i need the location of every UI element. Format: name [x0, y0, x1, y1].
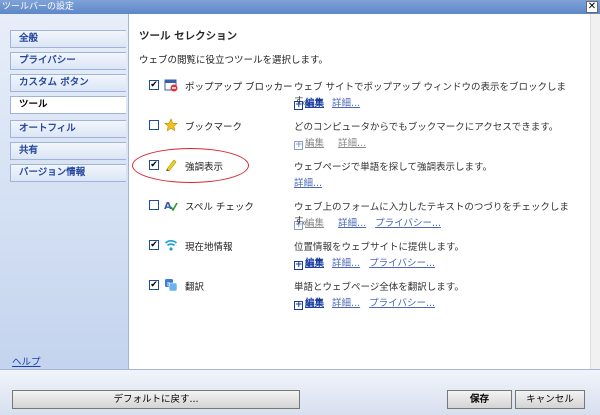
sidebar-item-version-info[interactable]: バージョン情報: [10, 164, 126, 182]
plus-icon: +: [294, 300, 303, 310]
privacy-link[interactable]: プライバシー...: [369, 298, 435, 309]
translate-checkbox[interactable]: ✔: [149, 280, 159, 290]
details-link[interactable]: 詳細...: [338, 218, 366, 229]
svg-text:A: A: [164, 201, 172, 212]
tool-description: 単語とウェブページ全体を翻訳します。: [294, 282, 464, 293]
edit-link[interactable]: 編集: [305, 298, 324, 309]
help-link[interactable]: ヘルプ: [12, 354, 41, 368]
tool-row-spell-check: A スペル チェック ウェブ上のフォームに入力したテキストのつづりをチェックしま…: [129, 198, 589, 238]
bookmarks-checkbox[interactable]: [149, 120, 159, 130]
sidebar-item-general[interactable]: 全般: [10, 30, 126, 48]
privacy-link[interactable]: プライバシー...: [375, 218, 441, 229]
reset-defaults-button[interactable]: デフォルトに戻す...: [12, 390, 300, 409]
plus-icon: +: [294, 100, 303, 110]
spell-check-checkbox[interactable]: [149, 200, 159, 210]
wireless-signal-icon: [164, 240, 178, 251]
tool-row-highlight: ✔ 強調表示 ウェブページで単語を探して強調表示します。 詳細...: [129, 148, 589, 198]
tool-description: 位置情報をウェブサイトに提供します。: [294, 242, 465, 253]
popup-blocker-checkbox[interactable]: ✔: [149, 80, 159, 90]
tool-name: ポップアップ ブロッカー: [185, 82, 293, 93]
edit-link[interactable]: 編集: [305, 138, 324, 149]
sidebar-item-custom-buttons[interactable]: カスタム ボタン: [10, 74, 126, 92]
tools-panel: ツール セレクション ウェブの閲覧に役立つツールを選択します。 ✔ ポップアップ…: [128, 14, 590, 369]
tool-links: + 編集 詳細...: [294, 135, 372, 150]
page-title: ツール セレクション: [139, 30, 238, 42]
tool-description: どのコンピュータからでもブックマークにアクセスできます。: [294, 122, 559, 133]
highlight-checkbox[interactable]: ✔: [149, 160, 159, 170]
sidebar-item-autofill[interactable]: オートフィル: [10, 120, 126, 138]
translate-icon: a: [165, 279, 178, 292]
plus-icon: +: [294, 220, 303, 230]
privacy-link[interactable]: プライバシー...: [369, 258, 435, 269]
save-button[interactable]: 保存: [447, 390, 512, 409]
popup-blocker-icon: [164, 79, 178, 92]
tool-links: + 編集 詳細... プライバシー...: [294, 215, 447, 230]
sidebar-item-share[interactable]: 共有: [10, 142, 126, 160]
tool-row-location: ✔ 現在地情報 位置情報をウェブサイトに提供します。 + 編集 詳細... プライ…: [129, 238, 589, 278]
vertical-scrollbar[interactable]: [590, 14, 600, 369]
sidebar-item-tools[interactable]: ツール: [10, 96, 126, 114]
tool-row-translate: ✔ a 翻訳 単語とウェブページ全体を翻訳します。 + 編集 詳細... プライバ…: [129, 278, 589, 318]
details-link[interactable]: 詳細...: [294, 178, 322, 189]
highlighter-icon: [166, 159, 177, 172]
tool-links: + 編集 詳細... プライバシー...: [294, 295, 441, 310]
window-title: ツールバーの設定: [2, 2, 75, 12]
sidebar: 全般 プライバシー カスタム ボタン ツール オートフィル 共有 バージョン情報…: [0, 14, 128, 369]
edit-link[interactable]: 編集: [305, 98, 324, 109]
plus-icon: +: [294, 140, 303, 150]
plus-icon: +: [294, 260, 303, 270]
edit-link[interactable]: 編集: [305, 258, 324, 269]
svg-text:a: a: [167, 280, 171, 287]
tool-row-popup-blocker: ✔ ポップアップ ブロッカー ウェブ サイトでポップアップ ウィンドウの表示をブ…: [129, 78, 589, 118]
sidebar-item-privacy[interactable]: プライバシー: [10, 52, 126, 70]
details-link[interactable]: 詳細...: [332, 98, 360, 109]
tool-name: ブックマーク: [185, 122, 243, 133]
tool-links: + 編集 詳細...: [294, 95, 366, 110]
footer-bar: デフォルトに戻す... 保存 キャンセル: [0, 369, 600, 415]
tool-links: 詳細...: [294, 175, 328, 189]
spell-check-icon: A: [164, 201, 178, 212]
details-link[interactable]: 詳細...: [338, 138, 366, 149]
window-titlebar: ツールバーの設定 ✕: [0, 0, 600, 14]
page-subtitle: ウェブの閲覧に役立つツールを選択します。: [139, 55, 329, 66]
edit-link[interactable]: 編集: [305, 218, 324, 229]
close-button[interactable]: ✕: [586, 1, 598, 13]
star-icon: [164, 118, 178, 132]
tool-description: ウェブページで単語を探して強調表示します。: [294, 162, 493, 173]
tool-name: 翻訳: [185, 282, 205, 293]
tool-links: + 編集 詳細... プライバシー...: [294, 255, 441, 270]
details-link[interactable]: 詳細...: [332, 258, 360, 269]
location-checkbox[interactable]: ✔: [149, 240, 159, 250]
tool-name: 現在地情報: [185, 242, 233, 253]
tool-name: 強調表示: [185, 162, 224, 173]
details-link[interactable]: 詳細...: [332, 298, 360, 309]
tool-name: スペル チェック: [185, 202, 254, 213]
cancel-button[interactable]: キャンセル: [515, 390, 585, 409]
